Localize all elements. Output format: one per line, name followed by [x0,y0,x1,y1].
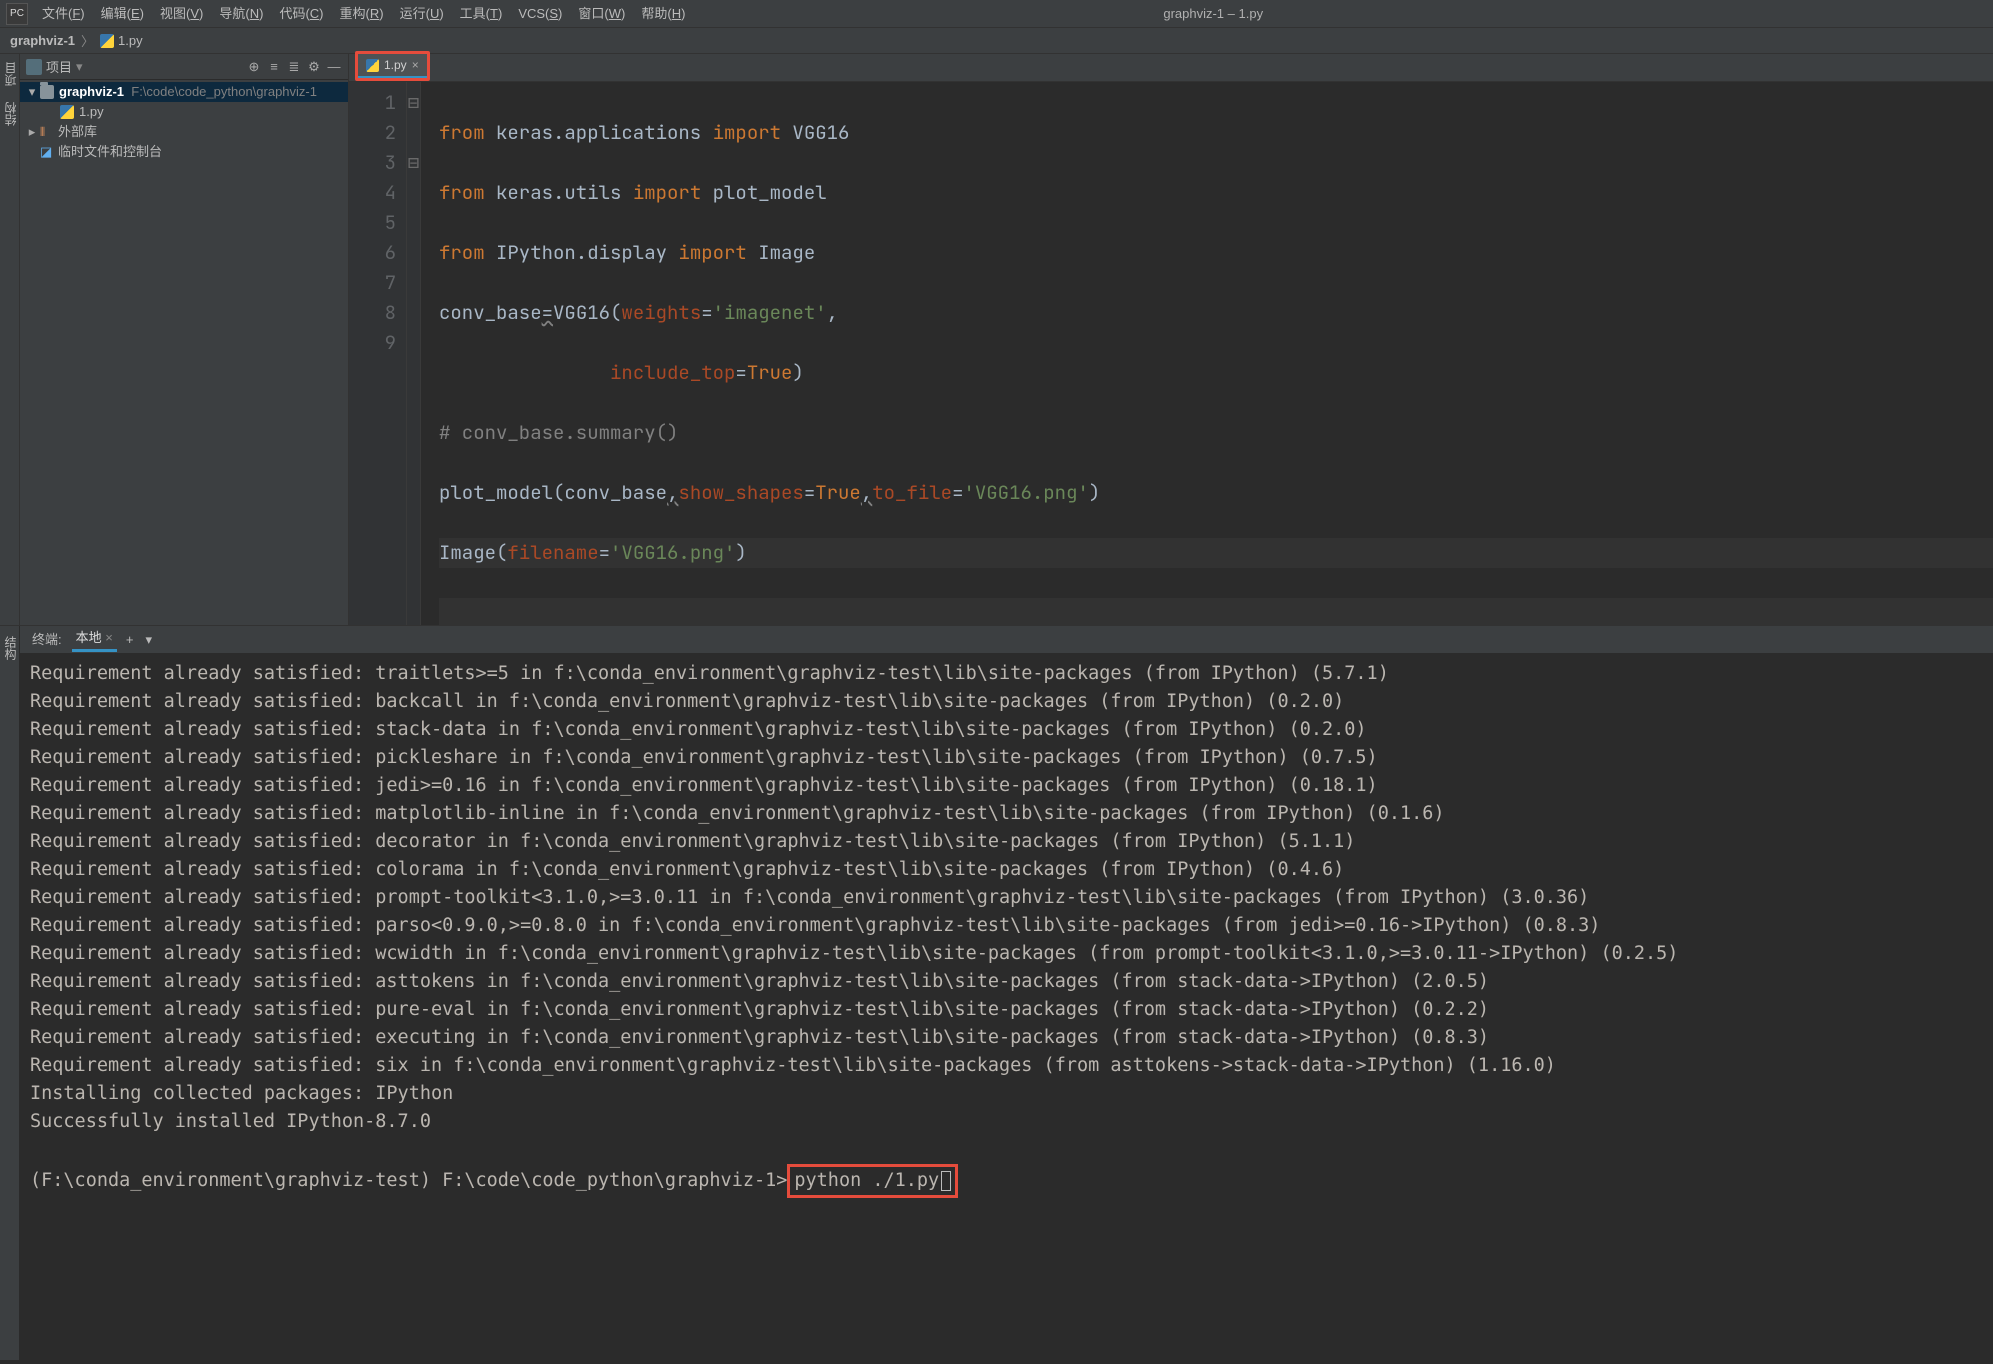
project-root-row[interactable]: ▾ graphviz-1 F:\code\code_python\graphvi… [20,82,348,102]
menu-item[interactable]: 重构(R) [332,0,392,28]
editor-tab-bar: 1.py × [349,54,1993,82]
fold-column: ⊟ ⊟ [407,82,421,625]
line-number: 7 [349,268,396,298]
terminal-panel: 结构 终端: 本地 × + ▾ Requirement already sati… [0,625,1993,1360]
terminal-label: 终端: [28,629,66,651]
expand-all-icon[interactable]: ≡ [266,59,282,75]
line-number-gutter: 123456789 [349,82,407,625]
file-tab[interactable]: 1.py × [358,54,427,78]
line-number: 9 [349,328,396,358]
project-selector-icon [26,59,42,75]
new-session-icon[interactable]: + [123,632,137,647]
project-path: F:\code\code_python\graphviz-1 [131,82,317,102]
breadcrumb: graphviz-1 〉 1.py [0,28,1993,54]
scratches-label: 临时文件和控制台 [58,142,162,162]
menu-item[interactable]: 文件(F) [34,0,93,28]
sidebar-toolbar-label[interactable]: 项目 [46,57,72,76]
chevron-down-icon[interactable]: ▾ [24,82,40,102]
external-libs-label: 外部库 [58,122,97,142]
side-strip-struct-label[interactable]: 结构 [0,626,21,670]
terminal-command-highlight: python ./1.py [787,1164,958,1198]
hide-icon[interactable]: — [326,59,342,75]
window-title: graphviz-1 – 1.py [693,6,1733,21]
tool-strip-structure-label[interactable]: 结构 [0,94,21,134]
terminal-local-tab[interactable]: 本地 × [72,627,117,652]
menu-item[interactable]: 代码(C) [271,0,331,28]
locate-icon[interactable]: ⊕ [246,59,262,75]
line-number: 6 [349,238,396,268]
terminal-cursor [941,1171,951,1191]
sidebar-toolbar: 项目 ▾ ⊕ ≡ ≣ ⚙ — [20,54,348,80]
terminal-output[interactable]: Requirement already satisfied: traitlets… [20,654,1993,1360]
chevron-down-icon[interactable]: ▾ [142,632,155,648]
right-side-strip: 结构 [0,626,20,1360]
settings-gear-icon[interactable]: ⚙ [306,59,322,75]
external-libs-row[interactable]: ▸ ⫴ 外部库 [20,122,348,142]
python-file-icon [60,105,74,119]
line-number: 4 [349,178,396,208]
menu-item[interactable]: 视图(V) [152,0,211,28]
line-number: 3 [349,148,396,178]
chevron-right-icon[interactable]: ▸ [24,122,40,142]
fold-toggle-icon[interactable]: ⊟ [407,88,420,118]
menu-item[interactable]: 导航(N) [211,0,271,28]
menu-item[interactable]: 窗口(W) [570,0,633,28]
file-label: 1.py [79,102,104,122]
menubar: PC 文件(F)编辑(E)视图(V)导航(N)代码(C)重构(R)运行(U)工具… [0,0,1993,28]
breadcrumb-sep: 〉 [81,31,94,50]
breadcrumb-root[interactable]: graphviz-1 [10,33,75,48]
line-number: 1 [349,88,396,118]
project-tree: ▾ graphviz-1 F:\code\code_python\graphvi… [20,80,348,625]
project-name: graphviz-1 [59,82,124,102]
menu-item[interactable]: 工具(T) [452,0,511,28]
code-content[interactable]: from keras.applications import VGG16 fro… [421,82,1993,625]
code-editor[interactable]: 123456789 ⊟ ⊟ from keras.applications im… [349,82,1993,625]
fold-toggle-icon[interactable]: ⊟ [407,148,420,178]
python-file-icon [100,34,114,48]
library-icon: ⫴ [40,122,54,142]
line-number: 5 [349,208,396,238]
active-tab-highlight: 1.py × [355,51,430,81]
line-number: 2 [349,118,396,148]
project-sidebar: 项目 ▾ ⊕ ≡ ≣ ⚙ — ▾ graphviz-1 F:\code\code… [20,54,349,625]
project-file-row[interactable]: 1.py [20,102,348,122]
menu-item[interactable]: 编辑(E) [93,0,152,28]
editor-area: 1.py × 123456789 ⊟ ⊟ from keras.applicat… [349,54,1993,625]
folder-icon [40,85,54,99]
file-tab-label: 1.py [384,58,407,72]
close-tab-icon[interactable]: × [412,58,419,72]
tool-strip-project-label[interactable]: 项目 [0,54,21,94]
terminal-command[interactable]: python ./1.py [794,1170,939,1191]
collapse-all-icon[interactable]: ≣ [286,59,302,75]
terminal-tab-bar: 终端: 本地 × + ▾ [20,626,1993,654]
scratches-row[interactable]: ◪ 临时文件和控制台 [20,142,348,162]
app-logo-icon: PC [6,3,28,25]
breadcrumb-file[interactable]: 1.py [118,33,143,48]
line-number: 8 [349,298,396,328]
terminal-prompt-prefix: (F:\conda_environment\graphviz-test) F:\… [30,1170,787,1191]
left-tool-strip: 项目 结构 [0,54,20,625]
python-file-icon [366,59,379,72]
scratches-icon: ◪ [40,142,54,162]
menu-item[interactable]: 运行(U) [392,0,452,28]
close-icon[interactable]: × [105,630,113,645]
menu-item[interactable]: 帮助(H) [633,0,693,28]
menu-item[interactable]: VCS(S) [510,0,570,28]
